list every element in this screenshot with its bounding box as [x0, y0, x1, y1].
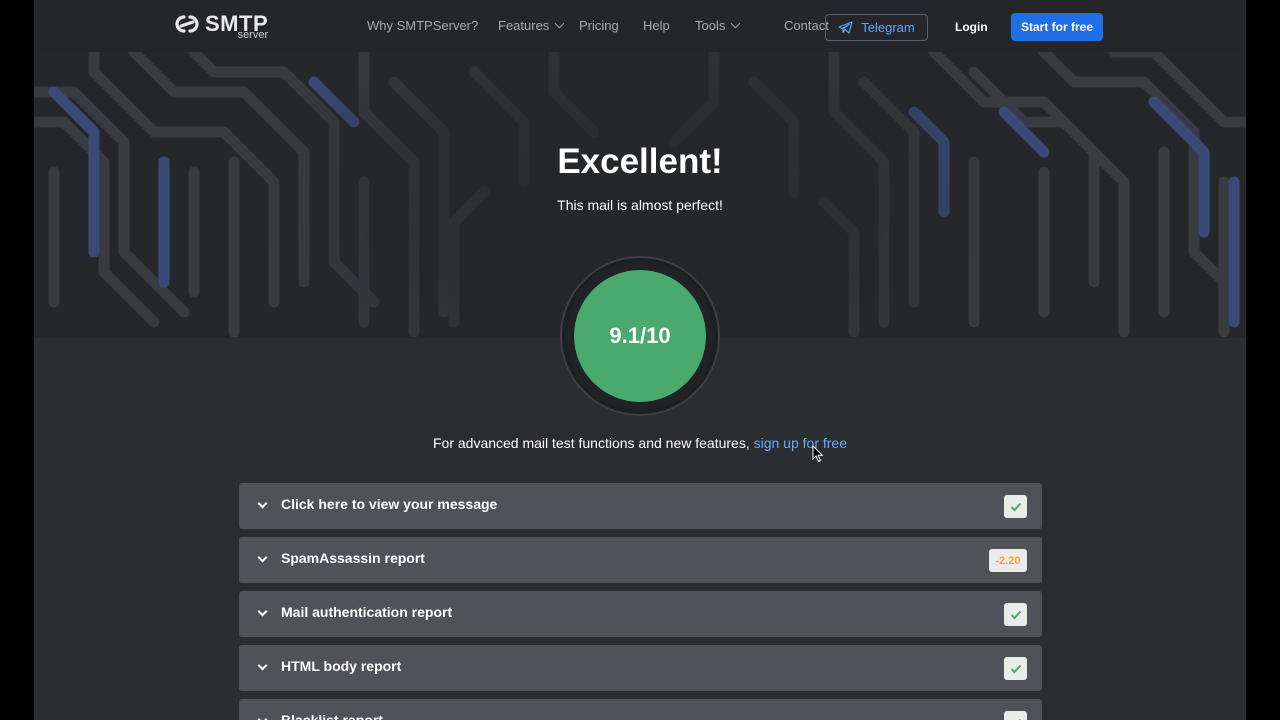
promo-text: For advanced mail test functions and new…	[432, 435, 754, 451]
score-gauge: 9.1/10	[562, 258, 718, 414]
report-spamassassin[interactable]: SpamAssassin report -2.20	[239, 537, 1042, 583]
smtp-logo-icon	[175, 15, 199, 33]
nav-label: Help	[643, 18, 670, 33]
result-title: Excellent!	[557, 142, 723, 181]
report-mail-authentication[interactable]: Mail authentication report	[239, 591, 1042, 637]
start-for-free-button[interactable]: Start for free	[1011, 13, 1103, 41]
login-button[interactable]: Login	[955, 20, 988, 34]
chevron-down-icon	[257, 606, 268, 617]
nav-label: Pricing	[579, 18, 619, 33]
chevron-down-icon	[257, 660, 268, 671]
telegram-label: Telegram	[861, 20, 915, 35]
nav-label: Features	[498, 18, 550, 33]
check-icon	[1004, 657, 1027, 680]
page: SMTP server Why SMTPServer? Features Pri…	[34, 0, 1246, 720]
check-icon	[1004, 495, 1027, 518]
nav-tools[interactable]: Tools	[695, 18, 741, 33]
result-subtitle: This mail is almost perfect!	[557, 197, 723, 213]
nav-label: Contact	[784, 18, 829, 33]
site-header: SMTP server Why SMTPServer? Features Pri…	[34, 0, 1246, 52]
nav-label: Tools	[695, 18, 726, 33]
telegram-icon	[838, 21, 853, 34]
nav-help[interactable]: Help	[643, 18, 670, 33]
spam-score-badge: -2.20	[989, 549, 1027, 572]
nav-why-smtpserver[interactable]: Why SMTPServer?	[367, 18, 478, 33]
score-value: 9.1/10	[574, 270, 706, 402]
logo-subtext: server	[237, 29, 269, 41]
check-icon	[1004, 711, 1027, 720]
nav-label: Why SMTPServer?	[367, 18, 479, 33]
mouse-cursor-icon	[812, 445, 824, 463]
chevron-down-icon	[554, 18, 565, 29]
chevron-down-icon	[257, 498, 268, 509]
chevron-down-icon	[257, 552, 268, 563]
report-label: Blacklist report	[281, 712, 383, 720]
nav-pricing[interactable]: Pricing	[579, 18, 619, 33]
report-label: HTML body report	[281, 658, 402, 674]
report-label: Click here to view your message	[281, 496, 498, 512]
telegram-button[interactable]: Telegram	[825, 14, 928, 41]
nav-contact[interactable]: Contact	[784, 18, 829, 33]
report-label: SpamAssassin report	[281, 550, 425, 566]
check-icon	[1004, 603, 1027, 626]
signup-promo: For advanced mail test functions and new…	[34, 435, 1246, 451]
chevron-down-icon	[730, 18, 741, 29]
report-label: Mail authentication report	[281, 604, 453, 620]
report-html-body[interactable]: HTML body report	[239, 645, 1042, 691]
logo[interactable]: SMTP server	[171, 12, 268, 42]
chevron-down-icon	[257, 714, 268, 720]
nav-features[interactable]: Features	[498, 18, 565, 33]
report-blacklist[interactable]: Blacklist report	[239, 699, 1042, 720]
signup-link[interactable]: sign up for free	[754, 435, 847, 451]
report-view-message[interactable]: Click here to view your message	[239, 483, 1042, 529]
